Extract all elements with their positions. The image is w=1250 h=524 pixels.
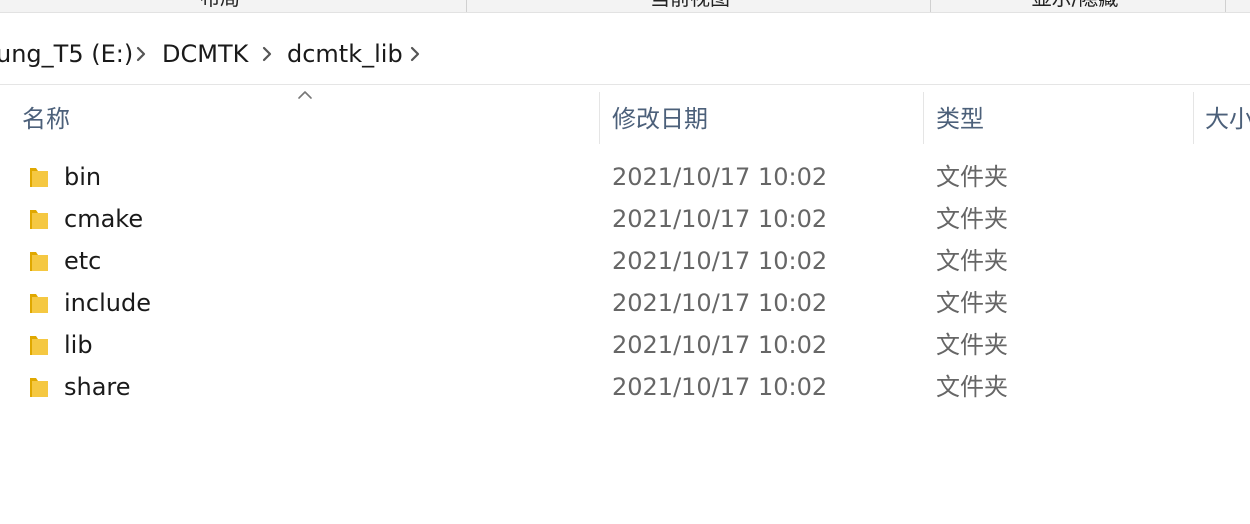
file-type: 文件夹 (936, 205, 1008, 233)
address-bar[interactable]: ung_T5 (E:) DCMTK dcmtk_lib (0, 24, 1250, 85)
file-type: 文件夹 (936, 373, 1008, 401)
chevron-right-icon[interactable] (260, 38, 274, 70)
breadcrumb-dcmtk[interactable]: DCMTK (162, 38, 248, 70)
column-header-row: 名称 修改日期 类型 大小 (0, 88, 1250, 144)
ribbon-tab-layout[interactable]: 布局 (150, 0, 290, 10)
breadcrumb-drive[interactable]: ung_T5 (E:) (0, 38, 133, 70)
folder-icon (30, 252, 48, 271)
folder-icon (30, 378, 48, 397)
ribbon-tab-show-hide[interactable]: 显示/隐藏 (1000, 0, 1150, 10)
file-name[interactable]: etc (64, 240, 101, 282)
file-name[interactable]: cmake (64, 198, 143, 240)
ribbon-separator (1225, 0, 1226, 12)
list-item[interactable]: include 2021/10/17 10:02 文件夹 (0, 282, 1250, 324)
column-divider[interactable] (1193, 92, 1194, 144)
breadcrumb-dcmtk-lib[interactable]: dcmtk_lib (287, 38, 403, 70)
folder-icon (30, 210, 48, 229)
sort-ascending-icon (298, 91, 312, 99)
file-modified: 2021/10/17 10:02 (612, 289, 828, 317)
file-type: 文件夹 (936, 163, 1008, 191)
column-divider[interactable] (599, 92, 600, 144)
list-item[interactable]: bin 2021/10/17 10:02 文件夹 (0, 156, 1250, 198)
list-item[interactable]: lib 2021/10/17 10:02 文件夹 (0, 324, 1250, 366)
file-modified: 2021/10/17 10:02 (612, 205, 828, 233)
file-type: 文件夹 (936, 289, 1008, 317)
list-item[interactable]: etc 2021/10/17 10:02 文件夹 (0, 240, 1250, 282)
column-header-modified[interactable]: 修改日期 (612, 88, 708, 144)
file-type: 文件夹 (936, 331, 1008, 359)
ribbon-tab-current-view[interactable]: 当前视图 (610, 0, 770, 10)
folder-icon (30, 336, 48, 355)
folder-icon (30, 168, 48, 187)
ribbon: 布局 当前视图 显示/隐藏 (0, 0, 1250, 13)
file-name[interactable]: lib (64, 324, 93, 366)
file-modified: 2021/10/17 10:02 (612, 331, 828, 359)
file-name[interactable]: share (64, 366, 131, 408)
folder-icon (30, 294, 48, 313)
ribbon-separator (930, 0, 931, 12)
ribbon-separator (466, 0, 467, 12)
file-modified: 2021/10/17 10:02 (612, 163, 828, 191)
file-modified: 2021/10/17 10:02 (612, 373, 828, 401)
file-type: 文件夹 (936, 247, 1008, 275)
list-item[interactable]: share 2021/10/17 10:02 文件夹 (0, 366, 1250, 408)
file-modified: 2021/10/17 10:02 (612, 247, 828, 275)
column-header-size[interactable]: 大小 (1205, 88, 1250, 144)
file-name[interactable]: bin (64, 156, 101, 198)
chevron-right-icon[interactable] (134, 38, 148, 70)
file-name[interactable]: include (64, 282, 151, 324)
chevron-right-icon[interactable] (408, 38, 422, 70)
column-header-name[interactable]: 名称 (22, 88, 70, 144)
list-item[interactable]: cmake 2021/10/17 10:02 文件夹 (0, 198, 1250, 240)
column-divider[interactable] (923, 92, 924, 144)
column-header-type[interactable]: 类型 (936, 88, 984, 144)
